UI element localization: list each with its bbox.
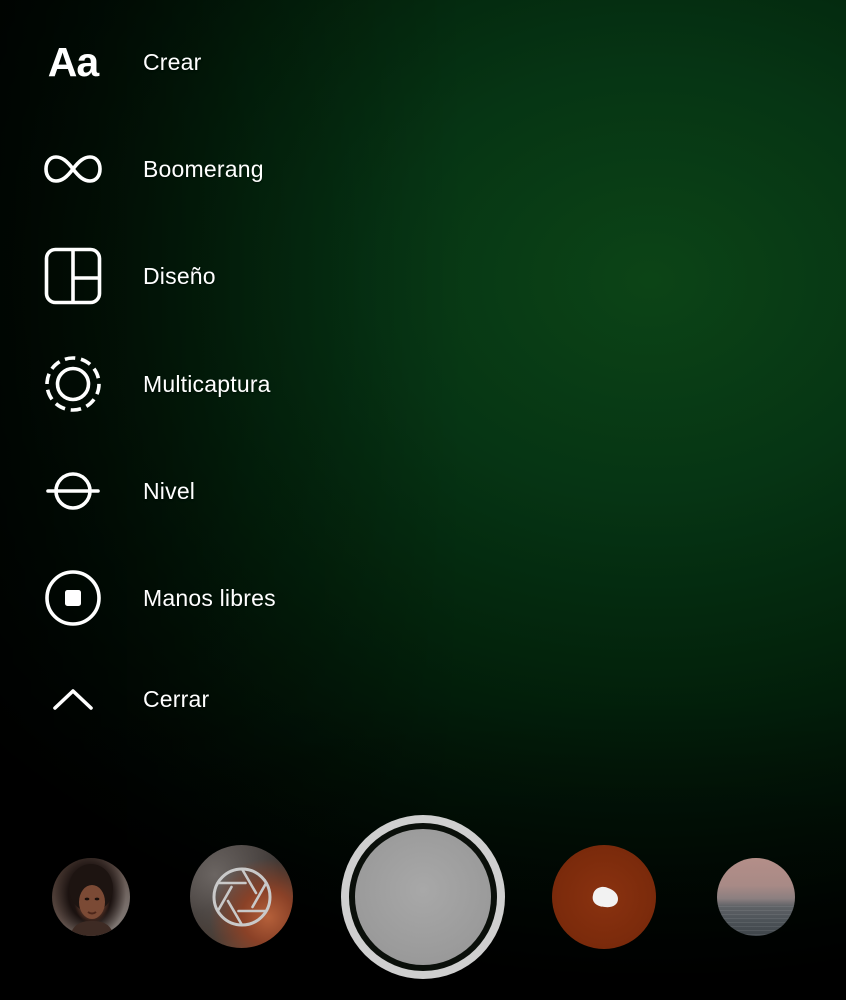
aperture-icon [212,867,272,927]
menu-item-label: Cerrar [143,685,210,712]
blob-icon [592,886,618,908]
effect-red-thumbnail[interactable] [552,845,656,949]
sunset-thumbnail [717,906,795,936]
menu-item-crear[interactable]: Aa Crear [0,27,320,97]
menu-item-label: Nivel [143,477,196,504]
level-icon [42,460,104,522]
effect-aperture-thumbnail[interactable] [190,845,293,948]
menu-item-nivel[interactable]: Nivel [0,456,320,526]
effect-portrait-thumbnail[interactable] [52,858,130,936]
shutter-button[interactable] [341,815,505,979]
menu-item-label: Manos libres [143,584,276,611]
infinity-icon [42,138,104,200]
menu-item-label: Multicaptura [143,370,271,397]
layout-grid-icon [42,245,104,307]
portrait-thumbnail-icon [69,864,114,936]
menu-item-manos-libres[interactable]: Manos libres [0,563,320,633]
text-create-glyph: Aa [47,38,99,85]
multicapture-icon [42,353,104,415]
effect-sunset-thumbnail[interactable] [717,858,795,936]
shutter-icon [355,829,491,965]
menu-item-label: Diseño [143,262,216,289]
hands-free-icon [42,567,104,629]
menu-item-boomerang[interactable]: Boomerang [0,134,320,204]
menu-item-label: Boomerang [143,155,264,182]
menu-item-label: Crear [143,48,202,75]
menu-item-cerrar[interactable]: Cerrar [0,664,320,734]
text-create-icon: Aa [42,31,104,93]
menu-item-diseno[interactable]: Diseño [0,241,320,311]
chevron-up-icon [42,668,104,730]
menu-item-multicaptura[interactable]: Multicaptura [0,349,320,419]
